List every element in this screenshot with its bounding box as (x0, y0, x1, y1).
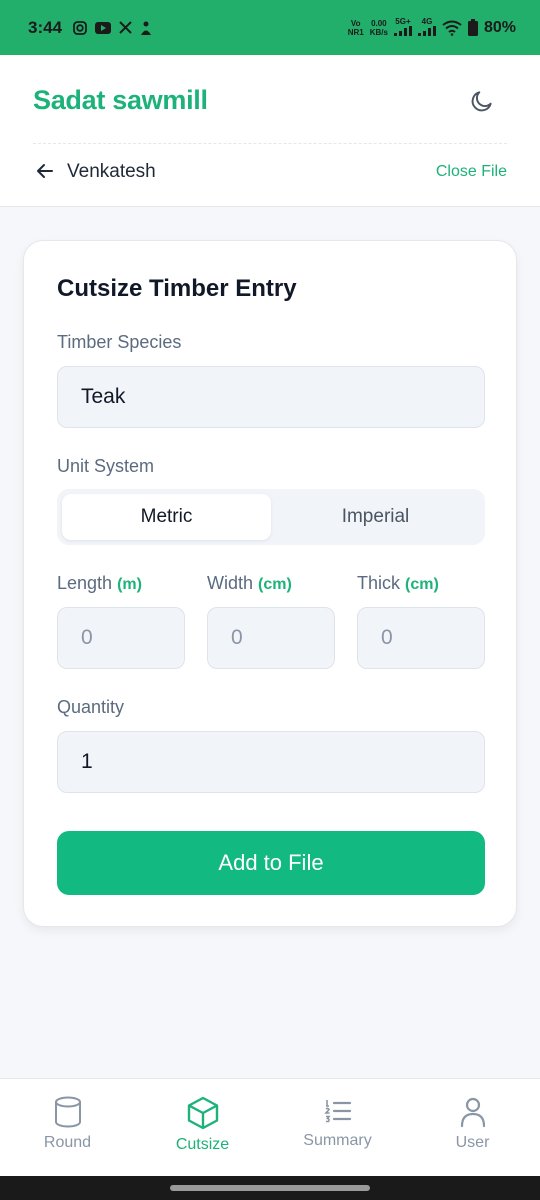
app-header: Sadat sawmill Venkatesh Close File (0, 55, 540, 207)
nav-item-summary[interactable]: Summary (270, 1079, 405, 1177)
youtube-icon (95, 21, 112, 34)
add-to-file-button[interactable]: Add to File (57, 831, 485, 895)
notification-icons (72, 20, 153, 36)
status-bar: 3:44 Vo NR1 0.00 KB/s 5G+ 4G 80% (0, 0, 540, 55)
entry-card: Cutsize Timber Entry Timber Species Teak… (23, 240, 517, 927)
species-input[interactable]: Teak (57, 366, 485, 428)
instagram-icon (73, 20, 87, 35)
signal-5g: 5G+ (393, 17, 412, 38)
moon-icon (471, 91, 492, 112)
width-label: Width (cm) (207, 573, 292, 593)
arrow-left-icon (37, 164, 53, 178)
length-label: Length (m) (57, 573, 142, 593)
app-brand: Sadat sawmill (33, 85, 208, 115)
box-icon (187, 1096, 218, 1130)
volte-indicator: Vo NR1 (347, 18, 364, 37)
close-file-button[interactable]: Close File (436, 163, 507, 181)
x-icon (119, 21, 132, 34)
header-divider (33, 143, 507, 144)
unit-option-imperial[interactable]: Imperial (271, 494, 480, 540)
file-name: Venkatesh (67, 161, 156, 182)
status-time: 3:44 (28, 17, 63, 37)
cylinder-icon (54, 1096, 81, 1128)
battery-icon (467, 19, 478, 36)
speed-indicator: 0.00 KB/s (369, 18, 388, 37)
quantity-input[interactable]: 1 (57, 731, 485, 793)
person-icon (141, 21, 152, 35)
signal-4g: 4G (417, 17, 436, 38)
wifi-icon (442, 20, 462, 36)
thick-label: Thick (cm) (357, 573, 439, 593)
unit-system-label: Unit System (57, 456, 155, 476)
thick-unit: (cm) (405, 576, 439, 593)
quantity-label: Quantity (57, 697, 125, 717)
unit-option-metric[interactable]: Metric (62, 494, 271, 540)
system-nav-bar (0, 1176, 540, 1200)
bottom-nav: Round Cutsize Summary User (0, 1078, 540, 1176)
length-input[interactable]: 0 (57, 607, 185, 669)
nav-item-round[interactable]: Round (0, 1079, 135, 1177)
width-unit: (cm) (258, 576, 292, 593)
status-right: Vo NR1 0.00 KB/s 5G+ 4G 80% (348, 17, 516, 38)
species-label: Timber Species (57, 332, 182, 352)
thick-input[interactable]: 0 (357, 607, 485, 669)
length-unit: (m) (117, 576, 142, 593)
signal-bars-icon (393, 26, 412, 36)
user-icon (460, 1097, 485, 1128)
battery-level: 80% (483, 18, 516, 36)
home-indicator[interactable] (170, 1185, 370, 1191)
width-input[interactable]: 0 (207, 607, 335, 669)
theme-toggle-button[interactable] (466, 85, 498, 117)
back-button[interactable] (33, 159, 57, 183)
nav-item-user[interactable]: User (405, 1079, 540, 1177)
signal-bars-icon (417, 26, 436, 36)
unit-system-toggle: Metric Imperial (57, 489, 485, 545)
list-icon (323, 1100, 351, 1123)
card-title: Cutsize Timber Entry (57, 275, 297, 302)
nav-item-cutsize[interactable]: Cutsize (135, 1079, 270, 1177)
